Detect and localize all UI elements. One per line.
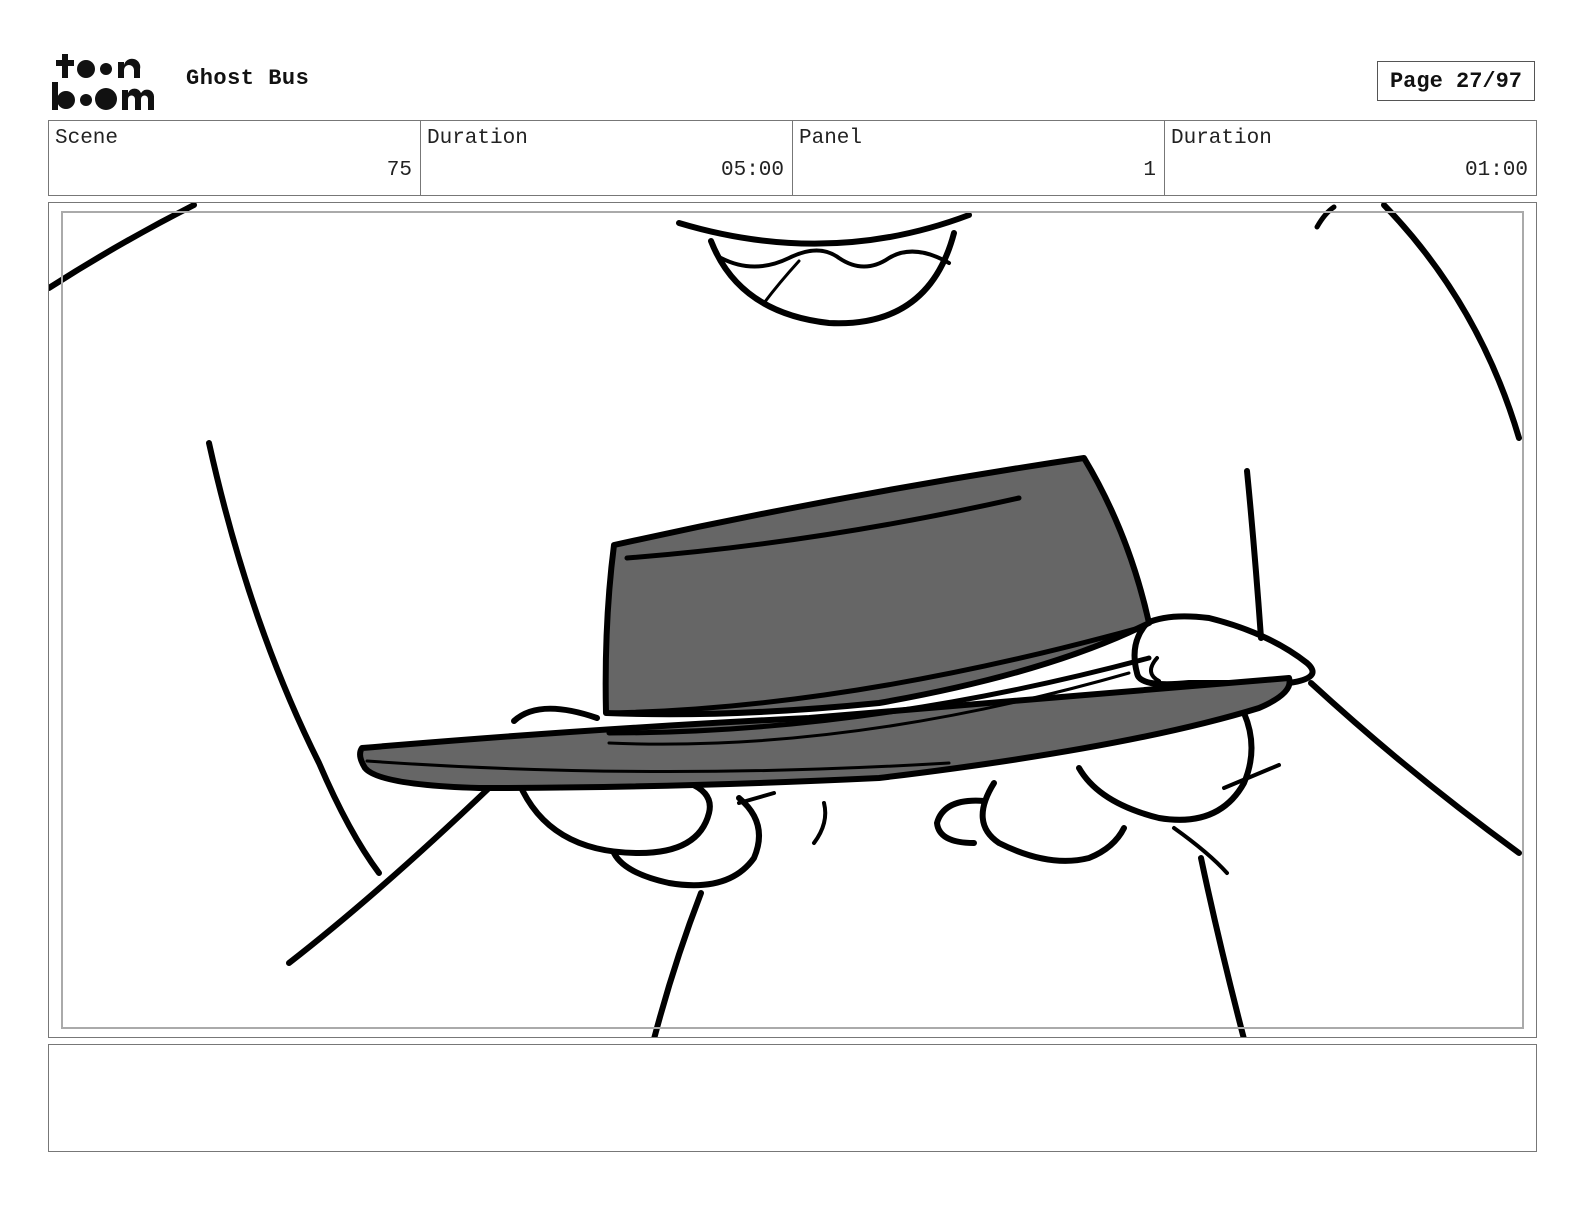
right-grip-fold (1149, 656, 1161, 683)
arm-left (206, 440, 382, 876)
torso-line-right (1198, 855, 1247, 1037)
mouth-lower (708, 230, 957, 327)
mouth (676, 212, 972, 247)
page-number: Page 27/97 (1377, 61, 1535, 101)
torso-line-left (651, 890, 704, 1037)
scene-duration-value: 05:00 (720, 159, 784, 182)
right-grip (1131, 613, 1316, 688)
panel-value: 1 (1143, 159, 1156, 182)
body-outline-left (49, 203, 197, 291)
arm-right (1244, 468, 1264, 641)
storyboard-panel (48, 202, 1537, 1038)
tooth-line (762, 259, 801, 305)
scene-value: 75 (386, 159, 412, 182)
panel-drawing (49, 203, 1522, 1037)
teeth (719, 248, 951, 269)
body-outline-right-tick (1314, 204, 1337, 230)
scene-duration-label: Duration (427, 127, 528, 150)
panel-duration-value: 01:00 (1464, 159, 1528, 182)
scene-info-row: Scene 75 Duration 05:00 Panel 1 Duration… (48, 120, 1537, 196)
body-outline-right (1381, 203, 1522, 441)
panel-duration-label: Duration (1171, 127, 1272, 150)
left-hand-tick2 (812, 801, 828, 845)
panel-duration-cell: Duration 01:00 (1165, 121, 1536, 195)
arm-right-outer (1308, 680, 1522, 856)
project-title: Ghost Bus (186, 66, 310, 91)
scene-cell: Scene 75 (49, 121, 421, 195)
panel-cell: Panel 1 (793, 121, 1165, 195)
scene-duration-cell: Duration 05:00 (421, 121, 793, 195)
left-hand-finger (511, 705, 600, 724)
arm-left-lower (286, 785, 492, 966)
hat (357, 455, 1293, 791)
toon-boom-logo (52, 54, 155, 110)
left-hand-tick (737, 791, 776, 805)
panel-label: Panel (799, 127, 863, 150)
panel-notes (48, 1044, 1537, 1152)
scene-label: Scene (55, 127, 119, 150)
right-hand-small (934, 797, 987, 846)
left-hand (516, 780, 713, 856)
